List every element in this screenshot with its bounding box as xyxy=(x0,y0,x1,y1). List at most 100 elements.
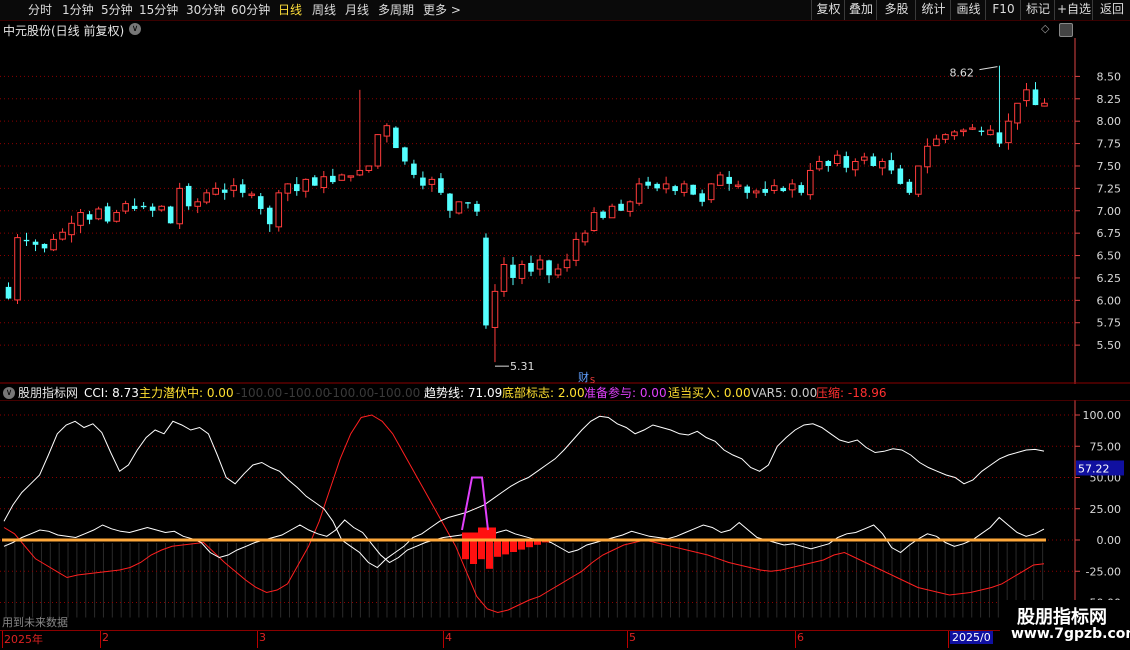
toolbar-right-2[interactable]: 多股 xyxy=(876,0,916,20)
candle-body xyxy=(572,238,580,261)
high-marker-line xyxy=(979,66,998,71)
toolbar-right-1[interactable]: 叠加 xyxy=(844,0,877,20)
period-toolbar: 分时 1分钟 5分钟 15分钟 30分钟 60分钟 日线 周线 月线 多周期 更多 > 复权 叠加 多股统… xyxy=(0,0,1130,21)
candle-body xyxy=(185,185,192,207)
candle-body xyxy=(699,193,705,202)
candle-body xyxy=(447,193,453,211)
toolbar-right-3[interactable]: 统计 xyxy=(915,0,951,20)
candle-body xyxy=(402,147,408,162)
candle-body xyxy=(806,169,814,196)
candle-body xyxy=(618,203,624,211)
candle-body xyxy=(365,165,373,171)
toolbar-right-5[interactable]: F10 xyxy=(985,0,1021,20)
toolbar-right-7[interactable]: +自选 xyxy=(1054,0,1093,20)
candle-body xyxy=(221,189,228,193)
candle-body xyxy=(338,174,346,181)
diamond-icon[interactable]: ◇ xyxy=(1041,22,1049,35)
date-tick xyxy=(257,630,258,648)
toolbar-item-9[interactable]: 多周期 xyxy=(378,2,414,18)
candle-body xyxy=(113,212,120,222)
panel-toggle-icon[interactable] xyxy=(1059,23,1073,37)
candle-body xyxy=(131,205,138,209)
date-label: 2025年 xyxy=(4,633,43,646)
toolbar-item-4[interactable]: 30分钟 xyxy=(186,2,225,18)
candle-body xyxy=(32,241,39,245)
candle-body xyxy=(969,127,976,130)
chevron-down-icon[interactable]: ∨ xyxy=(129,23,141,35)
candle-body xyxy=(312,177,318,186)
candle-body xyxy=(770,185,778,191)
date-label: 5 xyxy=(629,631,636,644)
date-tick xyxy=(948,630,949,648)
indicator-chart[interactable]: 100.0075.0050.0025.000.00-25.00-50.0057.… xyxy=(0,400,1130,630)
candle-body xyxy=(428,178,436,185)
toolbar-item-0[interactable]: 分时 xyxy=(28,2,52,18)
candle-body xyxy=(393,127,399,149)
candle-body xyxy=(870,156,877,166)
candle-body xyxy=(581,232,589,243)
toolbar-item-7[interactable]: 周线 xyxy=(312,2,336,18)
candle-body xyxy=(654,183,660,189)
high-price-label: 8.62 xyxy=(949,67,974,80)
candle-body xyxy=(1014,102,1021,124)
candle-body xyxy=(788,183,796,191)
candle-body xyxy=(491,290,499,328)
date-label: 2025/0 xyxy=(950,631,993,644)
candlestick-chart[interactable]: 5.50 5.75 6.00 6.25 6.50 6.75 7.00 7.25 7.50 7.75… xyxy=(0,38,1130,384)
indicator-toggle-icon[interactable]: ∨ xyxy=(3,387,15,399)
candle-body xyxy=(1041,102,1048,107)
y-tick-label: 8.00 xyxy=(1097,115,1122,128)
date-tick xyxy=(2,630,3,648)
candle-body xyxy=(266,207,273,225)
candle-body xyxy=(734,184,742,187)
indicator-name[interactable]: 股朋指标网 xyxy=(18,386,78,400)
trend-line-label: 趋势线: 71.09 xyxy=(424,386,503,400)
toolbar-item-3[interactable]: 15分钟 xyxy=(139,2,178,18)
y-tick-label: 6.50 xyxy=(1097,250,1122,263)
bottom-signal-bar xyxy=(510,540,517,552)
candle-body xyxy=(455,201,463,214)
squeeze-line xyxy=(3,414,1045,614)
candle-body xyxy=(230,185,238,191)
y-tick-label: 7.00 xyxy=(1097,205,1122,218)
toolbar-item-6[interactable]: 日线 xyxy=(278,2,302,18)
toolbar-right-0[interactable]: 复权 xyxy=(811,0,845,20)
toolbar-right-8[interactable]: 返回 xyxy=(1092,0,1130,20)
candle-body xyxy=(374,134,382,167)
candle-body xyxy=(528,262,534,272)
bottom-signal-bar xyxy=(494,540,501,557)
candle-body xyxy=(942,134,949,140)
bottom-mark-label: 底部标志: 2.00 xyxy=(502,386,585,400)
candle-body xyxy=(834,154,841,164)
candle-body xyxy=(1032,89,1039,106)
candle-body xyxy=(239,184,246,193)
buy-label: 适当买入: 0.00 xyxy=(668,386,751,400)
candle-body xyxy=(879,160,886,169)
y-tick-label: 7.25 xyxy=(1097,182,1122,195)
candle-body xyxy=(23,239,30,242)
toolbar-item-10[interactable]: 更多 > xyxy=(423,2,461,18)
candle-body xyxy=(140,205,147,208)
toolbar-item-5[interactable]: 60分钟 xyxy=(231,2,270,18)
toolbar-item-2[interactable]: 5分钟 xyxy=(101,2,133,18)
candle-body xyxy=(68,222,75,236)
candle-body xyxy=(14,237,21,301)
toolbar-item-1[interactable]: 1分钟 xyxy=(62,2,94,18)
y-tick-label: 6.25 xyxy=(1097,272,1122,285)
y-tick-label: 0.00 xyxy=(1097,534,1122,547)
candle-body xyxy=(1023,89,1030,102)
candle-body xyxy=(843,156,850,168)
toolbar-right-6[interactable]: 标记 xyxy=(1020,0,1055,20)
y-tick-label: 25.00 xyxy=(1090,503,1122,516)
candle-body xyxy=(330,175,336,183)
candle-body xyxy=(554,268,562,276)
candle-body xyxy=(726,176,732,184)
future-data-note: 用到未来数据 xyxy=(2,616,68,629)
toolbar-item-8[interactable]: 月线 xyxy=(345,2,369,18)
y-tick-label: 7.75 xyxy=(1097,138,1122,151)
candle-body xyxy=(149,206,156,211)
stock-title[interactable]: 中元股份(日线 前复权) xyxy=(3,22,124,39)
date-label: 2 xyxy=(102,631,109,644)
candle-body xyxy=(546,260,552,276)
toolbar-right-4[interactable]: 画线 xyxy=(950,0,986,20)
